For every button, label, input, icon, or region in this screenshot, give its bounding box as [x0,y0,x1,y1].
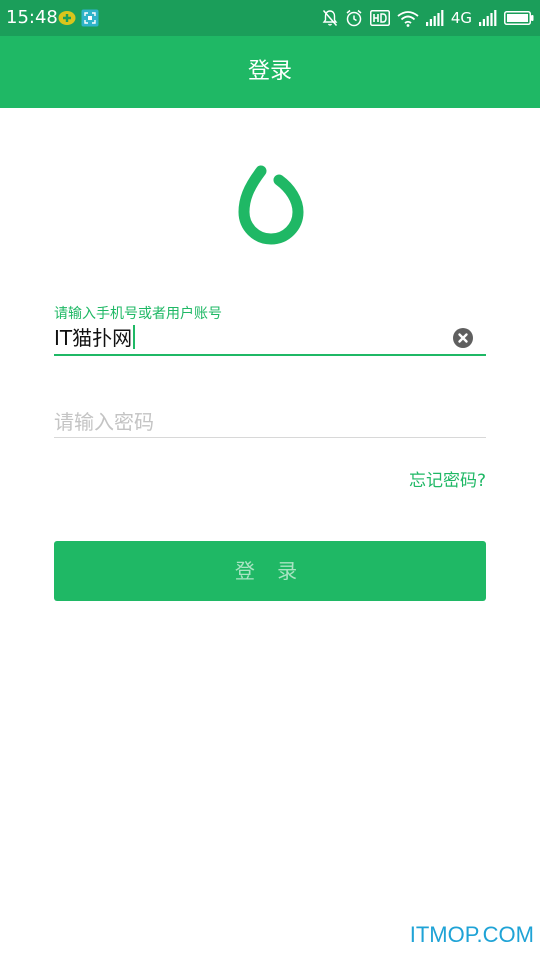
battery-icon [504,11,534,25]
app-badge-icon [58,11,76,25]
account-field-label: 请输入手机号或者用户账号 [54,306,222,322]
text-cursor [133,325,136,349]
account-input[interactable]: IT猫扑网 [54,322,486,356]
account-input-value[interactable]: IT猫扑网 [54,324,136,352]
status-time: 15:48 [6,7,58,28]
app-bar: 登录 [0,36,540,108]
forgot-password-link[interactable]: 忘记密码? [409,466,486,491]
hd-icon [369,10,390,26]
signal-icon [479,10,497,26]
signal-icon [425,10,444,26]
notifications-off-icon [322,10,338,26]
password-input-placeholder: 请输入密码 [54,410,154,434]
wifi-icon [397,10,419,27]
alarm-icon [346,9,362,27]
watermark: ITMOP.COM [409,922,534,947]
app-logo-icon [238,165,304,245]
page-title: 登录 [247,59,292,84]
clear-input-button[interactable] [453,328,473,348]
account-input-text: IT猫扑网 [54,326,133,350]
network-type-label: 4G [450,9,472,27]
status-bar: 15:48 4G [0,0,540,36]
status-icons: 4G [322,8,534,28]
clear-icon [458,333,468,343]
login-button[interactable]: 登 录 [54,541,486,601]
screenshot-icon [81,9,99,27]
password-input[interactable]: 请输入密码 [54,404,486,438]
login-screen: 15:48 4G 登录 请输入手机号或者用户账号 IT猫扑网 请输入密码 忘记密… [0,0,540,960]
